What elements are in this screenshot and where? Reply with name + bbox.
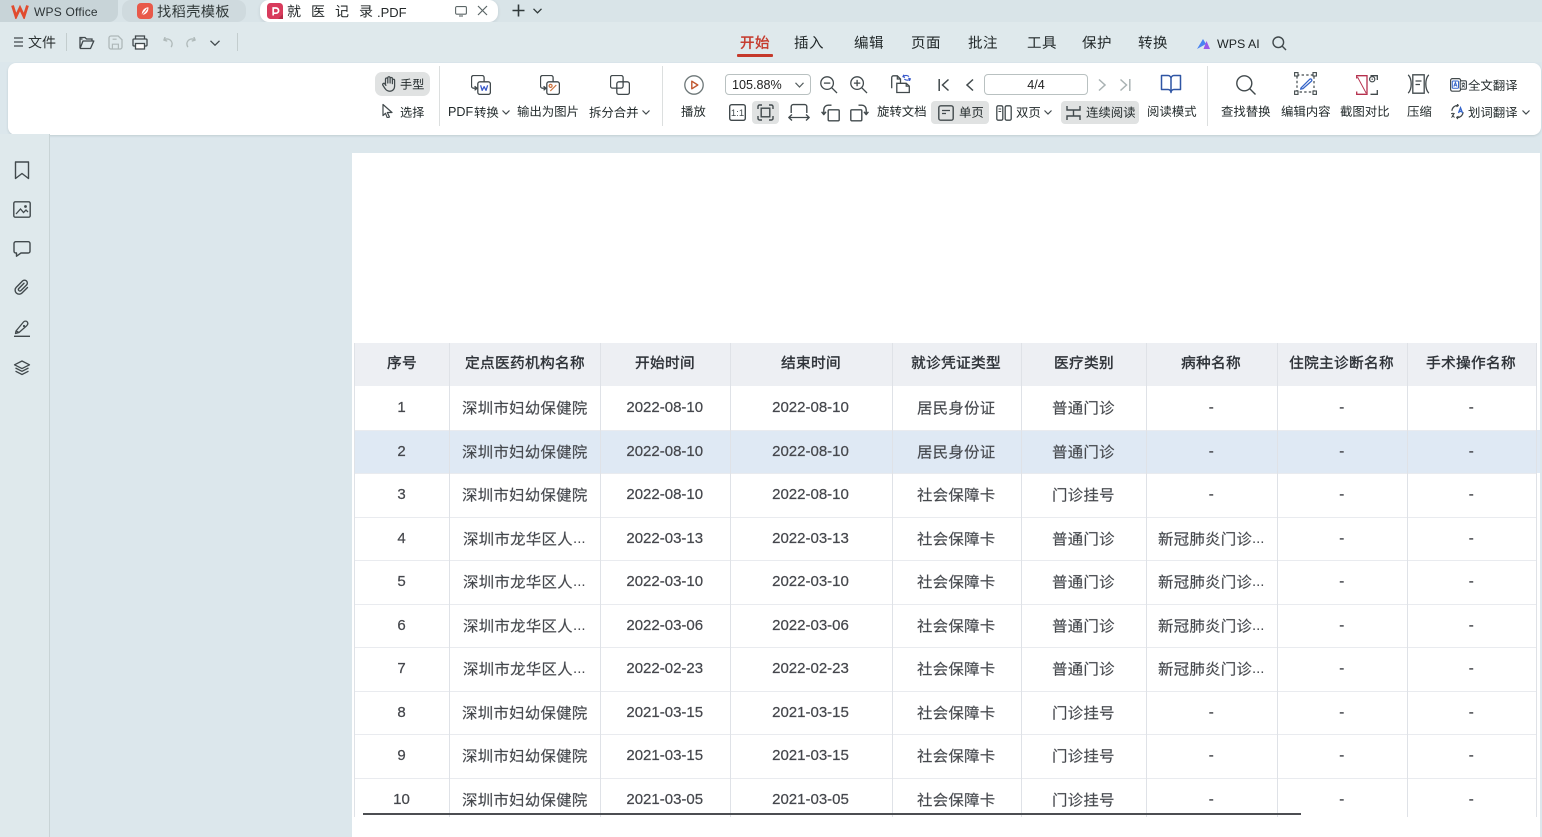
- svg-text:1:1: 1:1: [731, 108, 744, 119]
